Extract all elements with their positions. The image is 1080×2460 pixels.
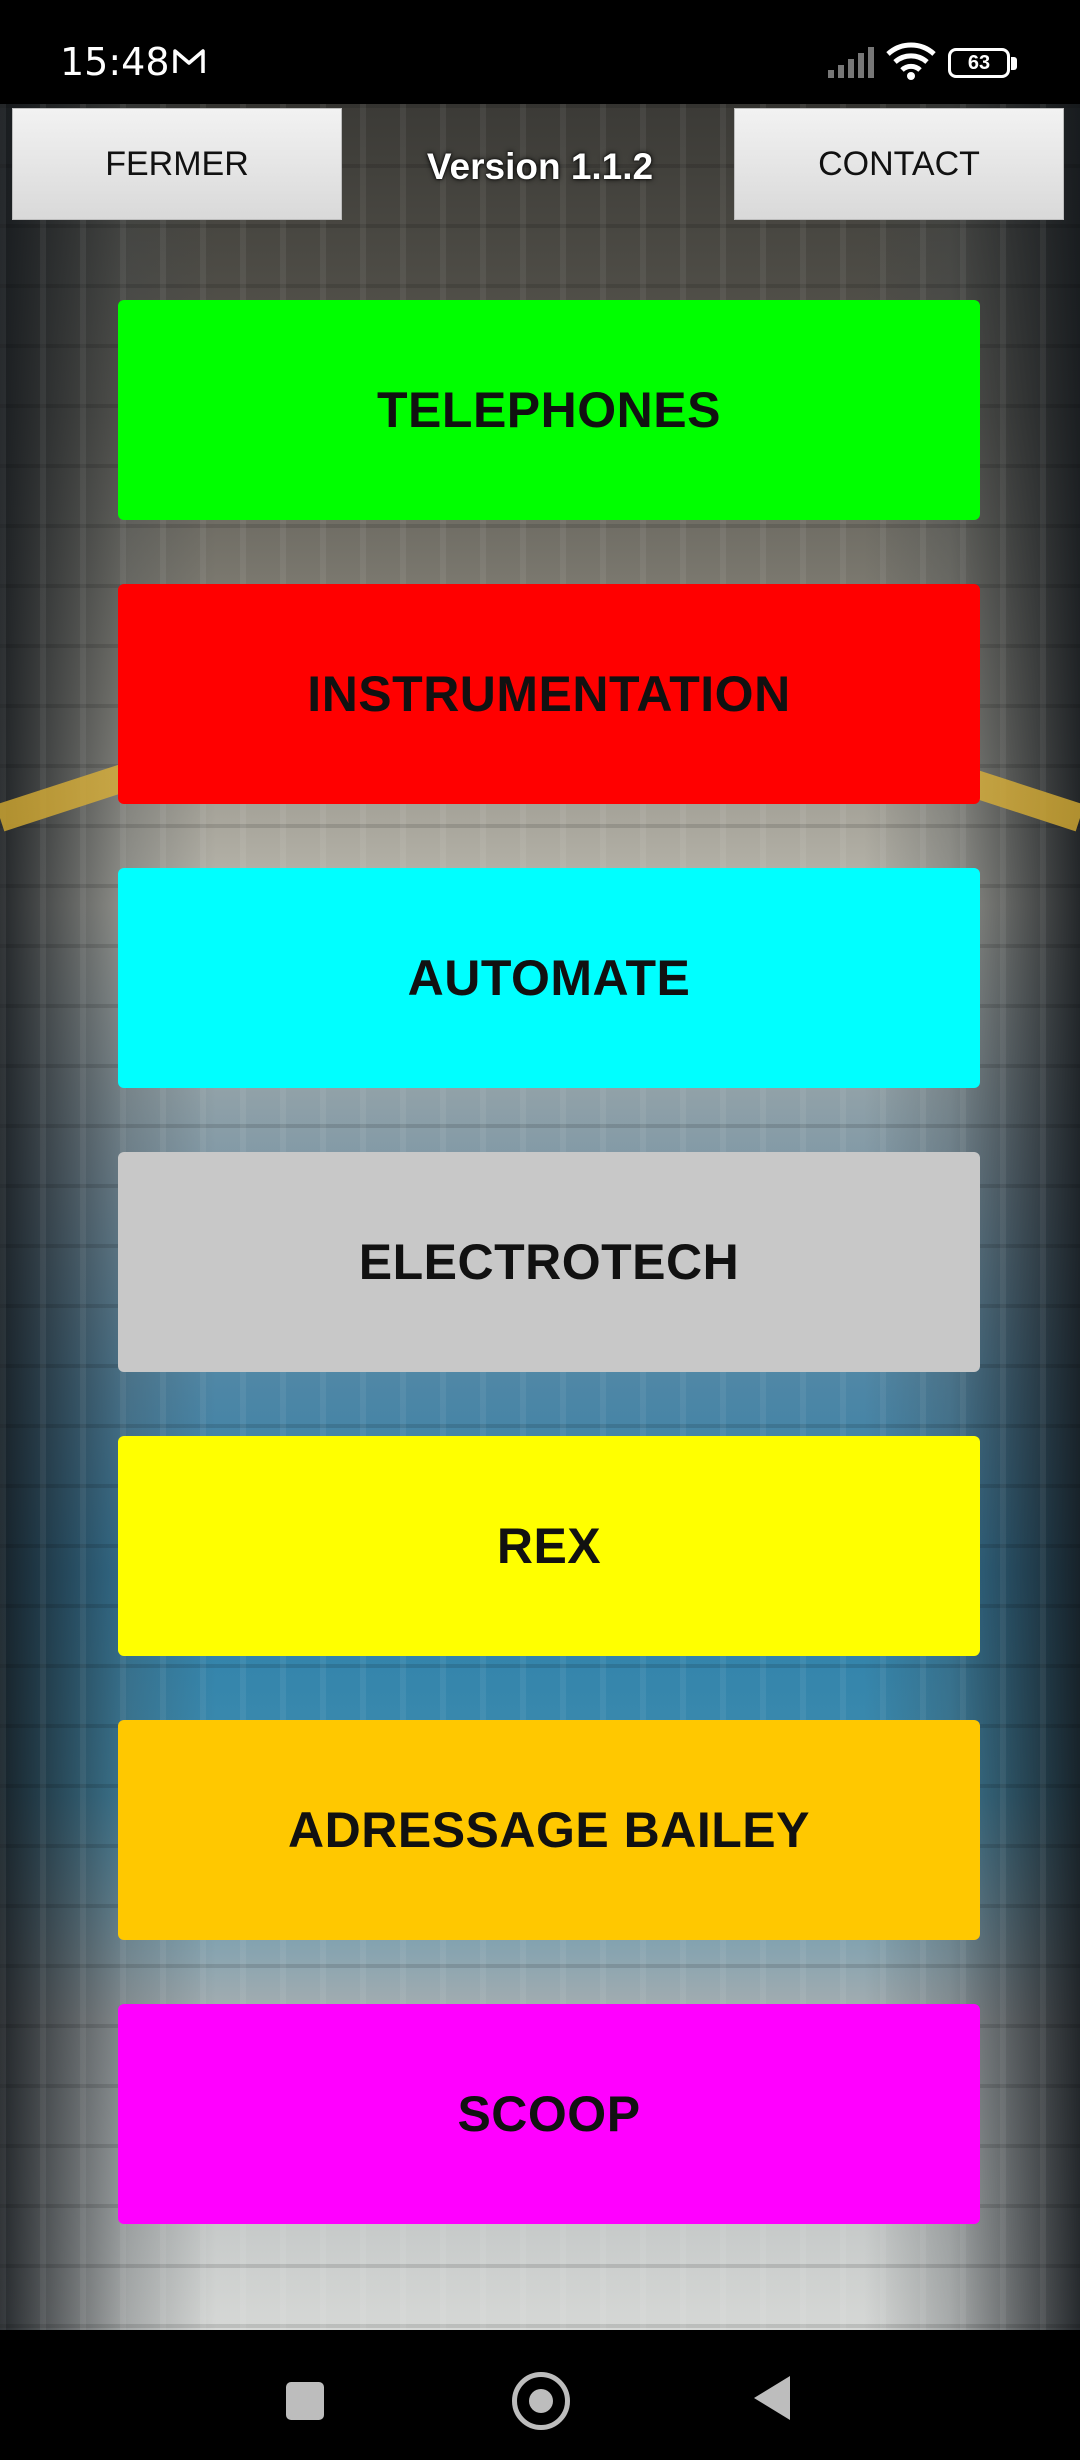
menu-button-instrumentation[interactable]: INSTRUMENTATION — [118, 584, 980, 804]
app-screen: FERMER Version 1.1.2 CONTACT TELEPHONES … — [0, 104, 1080, 2330]
back-icon[interactable] — [754, 2376, 790, 2420]
recents-icon[interactable] — [286, 2382, 324, 2420]
menu-button-telephones[interactable]: TELEPHONES — [118, 300, 980, 520]
close-button[interactable]: FERMER — [12, 108, 342, 220]
menu-button-electrotech[interactable]: ELECTROTECH — [118, 1152, 980, 1372]
gmail-icon — [173, 49, 205, 73]
battery-icon: 63 — [948, 48, 1018, 82]
navigation-bar — [0, 2330, 1080, 2460]
menu-button-automate[interactable]: AUTOMATE — [118, 868, 980, 1088]
menu-button-rex[interactable]: REX — [118, 1436, 980, 1656]
contact-button[interactable]: CONTACT — [734, 108, 1064, 220]
status-time: 15:48 — [60, 40, 170, 84]
signal-icon — [828, 47, 874, 78]
home-icon[interactable] — [512, 2372, 570, 2430]
menu-button-scoop[interactable]: SCOOP — [118, 2004, 980, 2224]
menu-button-adressage-bailey[interactable]: ADRESSAGE BAILEY — [118, 1720, 980, 1940]
version-label: Version 1.1.2 — [426, 146, 654, 187]
wifi-icon — [886, 42, 936, 80]
status-bar: 15:48 63 — [0, 0, 1080, 104]
battery-level: 63 — [967, 52, 991, 74]
